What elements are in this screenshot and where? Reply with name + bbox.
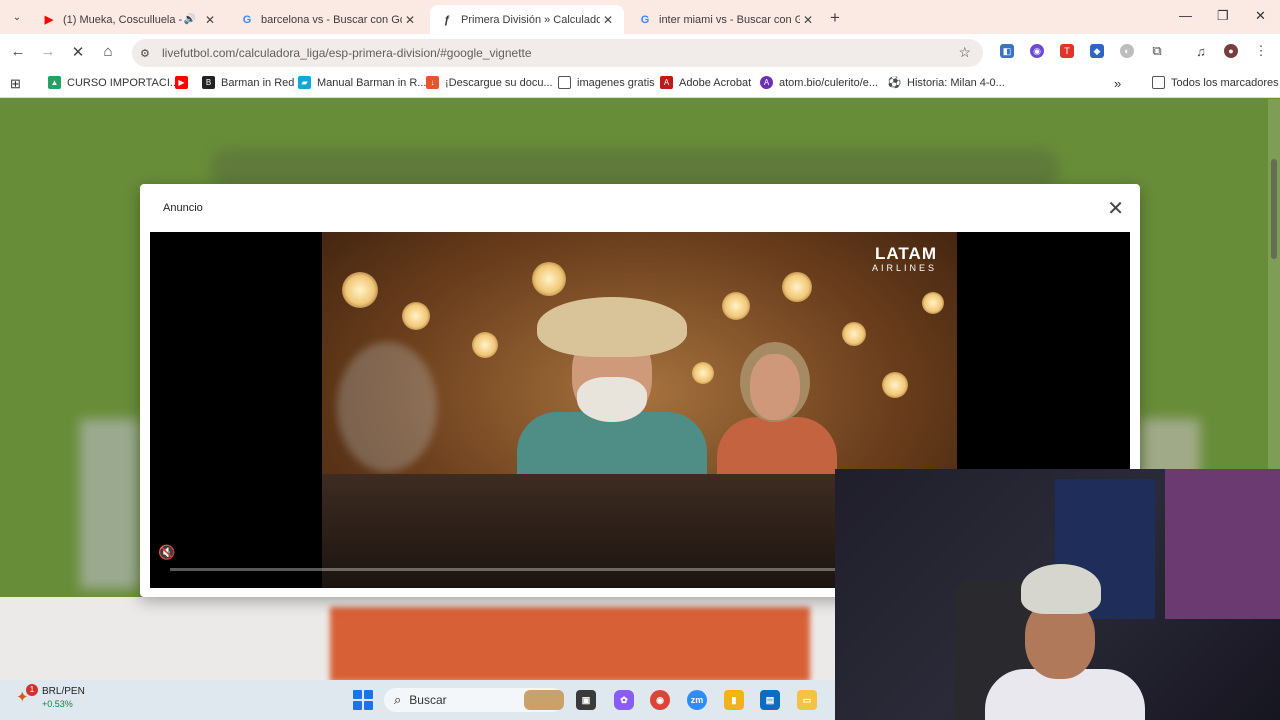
tab-search-button[interactable]: ⌄	[6, 7, 28, 27]
taskbar: ✦ 1 BRL/PEN +0.53% ⌕ Buscar ▣ ✿ ◉ zm ▮ ▤…	[0, 680, 835, 720]
bookmark-item[interactable]: ▰ Manual Barman in R...	[298, 76, 426, 89]
google-icon: G	[640, 13, 650, 26]
bookmark-item[interactable]: B Barman in Red	[202, 76, 294, 89]
bookmark-item[interactable]: imagenes gratis	[558, 76, 655, 89]
drive-icon: ▲	[48, 76, 61, 89]
chevron-down-icon: ⌄	[12, 11, 22, 23]
more-bookmarks-icon[interactable]: »	[1114, 76, 1121, 91]
extension-icon[interactable]: ◆	[1090, 44, 1104, 58]
ad-label: Anuncio	[163, 202, 203, 214]
forward-arrow-icon[interactable]: →	[38, 43, 58, 60]
close-tab-icon[interactable]: ✕	[402, 13, 418, 27]
folder-icon	[1152, 76, 1165, 89]
livefutbol-icon: ƒ	[443, 13, 451, 26]
tab-title: inter miami vs - Buscar con Google	[659, 13, 800, 26]
ticker-change: +0.53%	[42, 699, 73, 709]
extension-icon[interactable]: T	[1060, 44, 1074, 58]
copilot-icon[interactable]: ✿	[614, 690, 634, 710]
youtube-icon: ▶	[44, 14, 54, 26]
browser-toolbar: ← → ✕ ⌂ ⚙ livefutbol.com/calculadora_lig…	[0, 34, 1280, 70]
blurred-banner	[330, 607, 810, 680]
widgets-ticker[interactable]: ✦ 1 BRL/PEN +0.53%	[16, 684, 85, 710]
folder-icon	[558, 76, 571, 89]
minimize-icon[interactable]: —	[1179, 8, 1192, 23]
blurred-panel	[80, 419, 140, 589]
blurred-header	[210, 149, 1060, 189]
stocks-app-icon[interactable]: ▮	[724, 690, 744, 710]
folder-doc-icon: ▰	[298, 76, 311, 89]
back-arrow-icon[interactable]: ←	[8, 43, 28, 60]
tab-youtube[interactable]: ▶ (1) Mueka, Cosculluela - DM 🔊 ✕	[32, 5, 226, 34]
address-bar[interactable]: ⚙ livefutbol.com/calculadora_liga/esp-pr…	[132, 39, 983, 67]
store-icon[interactable]: ▤	[760, 690, 780, 710]
acrobat-icon: A	[660, 76, 673, 89]
zoom-icon[interactable]: zm	[687, 690, 707, 710]
bookmark-item[interactable]: A atom.bio/culerito/e...	[760, 76, 878, 89]
tab-strip: ⌄ ▶ (1) Mueka, Cosculluela - DM 🔊 ✕ G ba…	[0, 0, 1280, 34]
all-bookmarks-folder[interactable]: Todos los marcadores	[1152, 76, 1279, 89]
tab-title: Primera División » Calculadora	[461, 13, 600, 26]
bookmarks-bar: ⊞ ▲ CURSO IMPORTACI... ▶ B Barman in Red…	[0, 70, 1280, 98]
extension-icon[interactable]: ◐	[1120, 44, 1134, 58]
tab-title: (1) Mueka, Cosculluela - DM	[63, 13, 184, 26]
search-placeholder: Buscar	[409, 693, 447, 707]
chrome-icon[interactable]: ◉	[650, 690, 670, 710]
ticker-pair: BRL/PEN	[42, 686, 85, 697]
tab-calculadora[interactable]: ƒ Primera División » Calculadora ✕	[430, 5, 624, 34]
close-tab-icon[interactable]: ✕	[800, 13, 816, 27]
extension-icon[interactable]: ◧	[1000, 44, 1014, 58]
start-button[interactable]	[353, 690, 373, 710]
stop-loading-icon[interactable]: ✕	[68, 43, 88, 61]
scrollbar-thumb[interactable]	[1271, 159, 1277, 259]
latam-logo: LATAM AIRLINES	[871, 244, 937, 273]
notification-badge: 1	[26, 684, 38, 696]
maximize-icon[interactable]: ❐	[1217, 8, 1229, 24]
ticker-icon: ✦ 1	[16, 684, 38, 708]
pdf-download-icon: ↓	[426, 76, 439, 89]
puzzle-icon[interactable]: ⧉	[1150, 43, 1164, 58]
avatar[interactable]: ●	[1224, 44, 1238, 58]
close-tab-icon[interactable]: ✕	[202, 13, 218, 27]
tab-inter-miami[interactable]: G inter miami vs - Buscar con Google ✕	[628, 5, 824, 34]
extension-icon[interactable]: ◉	[1030, 44, 1044, 58]
search-highlight-image	[524, 690, 564, 710]
bookmark-item[interactable]: ↓ ¡Descargue su docu...	[426, 76, 553, 89]
soccer-ball-icon: ⚽	[887, 77, 902, 89]
bookmark-item[interactable]: A Adobe Acrobat	[660, 76, 751, 89]
tab-barcelona[interactable]: G barcelona vs - Buscar con Google ✕	[230, 5, 426, 34]
atom-icon: A	[760, 76, 773, 89]
search-icon: ⌕	[394, 692, 402, 707]
bookmark-star-icon[interactable]: ☆	[958, 44, 971, 61]
close-icon[interactable]: ✕	[1107, 196, 1124, 221]
bookmark-item[interactable]: ▲ CURSO IMPORTACI...	[48, 76, 179, 89]
site-info-icon[interactable]: ⚙	[140, 47, 156, 60]
speaker-icon[interactable]: 🔊	[184, 14, 196, 25]
youtube-icon: ▶	[175, 76, 188, 89]
mute-icon[interactable]: 🔇	[158, 544, 175, 561]
new-tab-button[interactable]: +	[830, 8, 840, 28]
media-control-icon[interactable]: ♫	[1194, 44, 1208, 59]
bookmark-item[interactable]: ▶	[175, 76, 194, 89]
menu-dots-icon[interactable]: ⋮	[1254, 43, 1268, 58]
apps-grid-icon[interactable]: ⊞	[10, 76, 21, 92]
barman-icon: B	[202, 76, 215, 89]
url-text: livefutbol.com/calculadora_liga/esp-prim…	[162, 46, 532, 60]
close-tab-icon[interactable]: ✕	[600, 13, 616, 27]
tab-title: barcelona vs - Buscar con Google	[261, 13, 402, 26]
webcam-overlay	[835, 469, 1280, 720]
task-view-icon[interactable]: ▣	[576, 690, 596, 710]
file-explorer-icon[interactable]: ▭	[797, 690, 817, 710]
home-icon[interactable]: ⌂	[98, 43, 118, 60]
google-icon: G	[242, 13, 252, 26]
window-close-icon[interactable]: ✕	[1255, 8, 1266, 24]
bookmark-item[interactable]: ⚽ Historia: Milan 4-0...	[887, 76, 1005, 90]
